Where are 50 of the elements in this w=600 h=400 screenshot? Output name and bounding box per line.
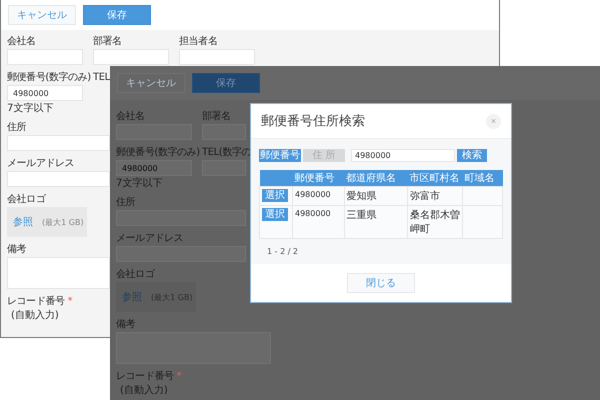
text-field[interactable]: 4980000 xyxy=(7,85,83,101)
field-label: 部署名 xyxy=(202,110,231,123)
save-button[interactable]: 保存 xyxy=(83,5,151,25)
close-button[interactable]: × xyxy=(486,114,501,128)
close-dialog-button[interactable]: 閉じる xyxy=(347,273,415,293)
field-label: 部署名 xyxy=(93,35,122,48)
auto-value: (自動入力) xyxy=(10,309,60,322)
search-button[interactable]: 検索 xyxy=(457,149,487,162)
field-label: メールアドレス xyxy=(116,232,184,245)
field-label: 郵便番号(数字のみ) xyxy=(116,146,200,159)
field-label: 住所 xyxy=(116,196,136,209)
pagination-info: 1 - 2 / 2 xyxy=(266,247,300,256)
select-button[interactable]: 選択 xyxy=(262,189,288,202)
search-tab[interactable]: 郵便番号 xyxy=(259,149,301,162)
table-cell: 4980000 xyxy=(292,186,344,206)
auto-value: (自動入力) xyxy=(119,384,169,397)
field-label: レコード番号 * xyxy=(116,370,182,383)
text-field[interactable]: 4980000 xyxy=(116,160,192,176)
dialog-title: 郵便番号住所検索 xyxy=(261,113,365,130)
field-label: 郵便番号(数字のみ) xyxy=(7,71,91,84)
field-label: 担当者名 xyxy=(179,35,218,48)
field-label: 会社名 xyxy=(7,35,36,48)
field-label: レコード番号 * xyxy=(7,295,72,308)
field-label: メールアドレス xyxy=(7,157,74,170)
save-button[interactable]: 保存 xyxy=(192,73,260,93)
column-header: 都道府県名 xyxy=(344,170,408,186)
field-hint: 7文字以下 xyxy=(7,102,54,115)
field-label: 会社名 xyxy=(116,110,145,123)
field-label: 会社ロゴ xyxy=(116,268,154,281)
cancel-button[interactable]: キャンセル xyxy=(8,5,76,25)
table-cell: 桑名郡木曽岬町 xyxy=(408,206,463,238)
table-cell: 4980000 xyxy=(292,206,344,238)
cancel-button[interactable]: キャンセル xyxy=(117,73,185,93)
column-header: 郵便番号 xyxy=(292,170,344,186)
field-label: 備考 xyxy=(7,243,26,256)
size-note: (最大1 GB) xyxy=(42,216,84,228)
field-label: 会社ロゴ xyxy=(7,193,46,206)
column-header: 町域名 xyxy=(462,170,502,186)
table-cell: 愛知県 xyxy=(344,186,408,206)
table-cell: 弥富市 xyxy=(408,186,463,206)
table-cell: 三重県 xyxy=(344,206,408,238)
field-label: 住所 xyxy=(7,121,26,134)
select-button[interactable]: 選択 xyxy=(262,208,288,221)
browse-link[interactable]: 参照 xyxy=(122,290,142,304)
search-field[interactable]: 4980000 xyxy=(351,149,455,162)
field-hint: 7文字以下 xyxy=(116,177,164,190)
field-label: 備考 xyxy=(116,318,136,331)
field-label: TEL xyxy=(93,71,110,84)
column-header: 市区町村名 xyxy=(408,170,463,186)
browse-link[interactable]: 参照 xyxy=(13,215,33,229)
